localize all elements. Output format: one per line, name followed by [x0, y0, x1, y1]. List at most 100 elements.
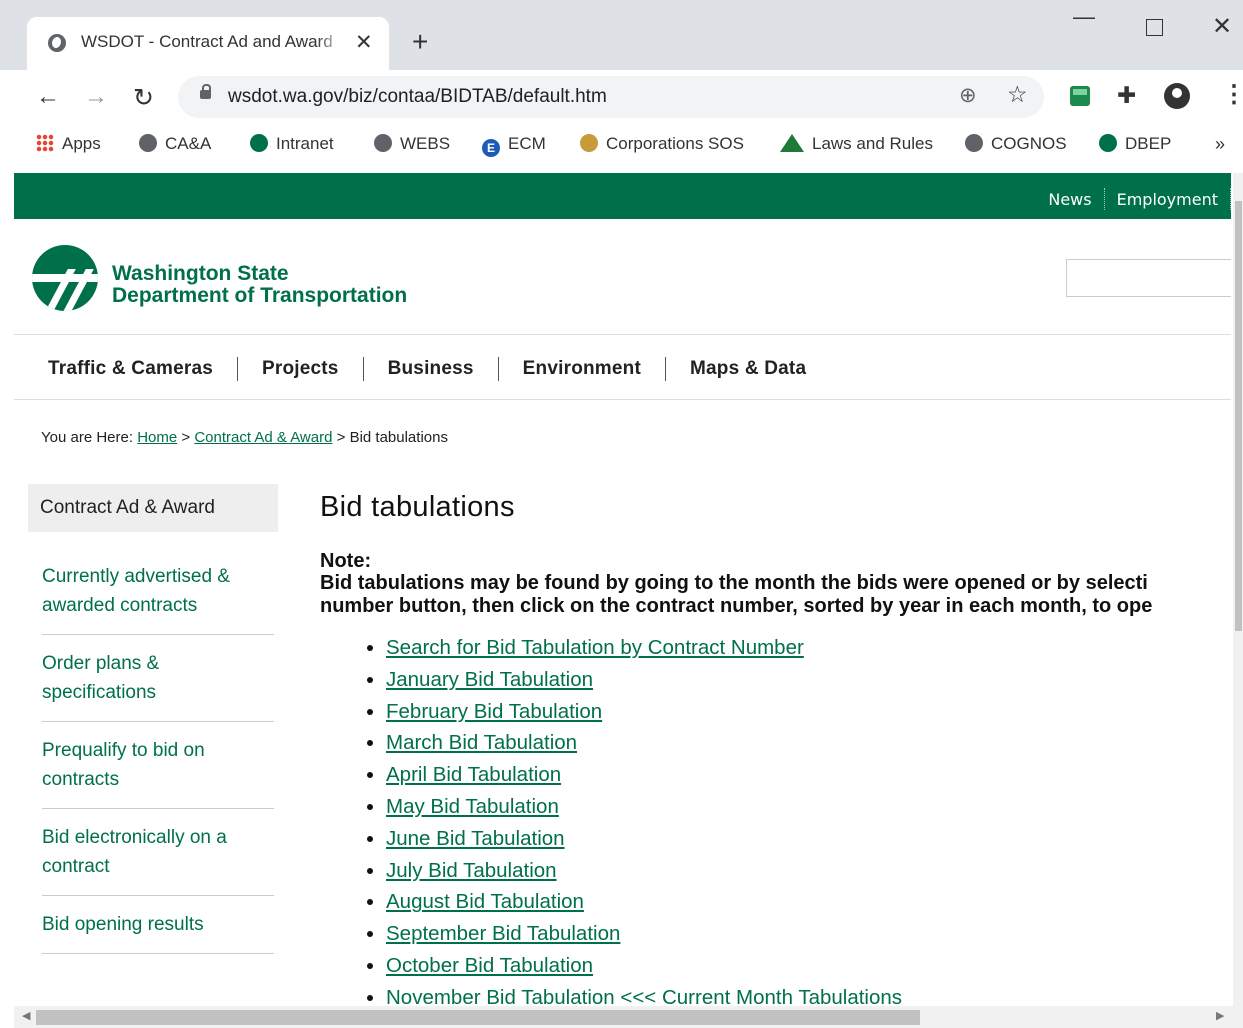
globe-icon [139, 134, 157, 152]
list-item: October Bid Tabulation [386, 950, 1231, 982]
window-close-button[interactable]: ✕ [1212, 12, 1232, 41]
search-input[interactable] [1066, 259, 1231, 297]
link-february[interactable]: February Bid Tabulation [386, 700, 602, 723]
tab-close-icon[interactable]: ✕ [355, 30, 373, 55]
scroll-left-arrow-icon[interactable]: ◀ [22, 1009, 30, 1022]
zoom-icon[interactable]: ⊕ [959, 83, 977, 108]
utility-bar: News Employment [14, 173, 1231, 219]
news-link[interactable]: News [1036, 190, 1103, 209]
link-july[interactable]: July Bid Tabulation [386, 859, 557, 882]
bookmark-laws-and-rules[interactable]: Laws and Rules [780, 134, 933, 154]
note-text-line: number button, then click on the contrac… [320, 595, 1153, 617]
bookmarks-bar: Apps CA&A Intranet WEBS E ECM Corporation… [0, 124, 1243, 168]
bookmark-ecm[interactable]: E ECM [482, 134, 546, 157]
reload-button[interactable]: ↻ [133, 83, 154, 113]
sidebar-item-currently-advertised[interactable]: Currently advertised & awarded contracts [42, 532, 274, 635]
extensions-puzzle-icon[interactable]: ✚ [1117, 82, 1136, 109]
breadcrumb-home-link[interactable]: Home [137, 429, 177, 446]
logo-line2: Department of Transportation [112, 284, 408, 307]
bookmark-corporations-sos[interactable]: Corporations SOS [580, 134, 744, 154]
sidebar-item-order-plans[interactable]: Order plans & specifications [42, 635, 274, 722]
employment-link[interactable]: Employment [1105, 190, 1230, 209]
logo-line1: Washington State [112, 262, 289, 285]
nav-business[interactable]: Business [376, 357, 499, 381]
sidebar-heading[interactable]: Contract Ad & Award [28, 484, 278, 532]
nav-maps-data[interactable]: Maps & Data [678, 357, 830, 381]
link-search-by-contract[interactable]: Search for Bid Tabulation by Contract Nu… [386, 636, 804, 659]
bookmarks-overflow-icon[interactable]: » [1215, 134, 1225, 155]
horizontal-scrollbar[interactable]: ◀ ▶ [14, 1006, 1243, 1028]
bookmark-apps[interactable]: Apps [36, 134, 101, 154]
bookmark-label: WEBS [400, 134, 451, 153]
list-item: February Bid Tabulation [386, 696, 1231, 728]
browser-tab[interactable]: WSDOT - Contract Ad and Award ✕ [27, 17, 389, 70]
browser-toolbar: ← → ↻ wsdot.wa.gov/biz/contaa/BIDTAB/def… [0, 70, 1243, 124]
utility-links: News Employment [1036, 188, 1231, 210]
url-text[interactable]: wsdot.wa.gov/biz/contaa/BIDTAB/default.h… [228, 86, 607, 108]
bookmark-label: CA&A [165, 134, 212, 153]
bookmark-intranet[interactable]: Intranet [250, 134, 334, 154]
bookmark-label: Laws and Rules [812, 134, 933, 153]
forward-button[interactable]: → [84, 83, 108, 111]
breadcrumb: You are Here: Home > Contract Ad & Award… [41, 429, 448, 446]
globe-icon [374, 134, 392, 152]
list-item: July Bid Tabulation [386, 855, 1231, 887]
bookmark-webs[interactable]: WEBS [374, 134, 450, 154]
breadcrumb-current: Bid tabulations [349, 429, 448, 446]
account-icon[interactable] [1164, 83, 1190, 109]
sidebar-item-prequalify[interactable]: Prequalify to bid on contracts [42, 722, 274, 809]
list-item: September Bid Tabulation [386, 918, 1231, 950]
list-item: April Bid Tabulation [386, 759, 1231, 791]
globe-icon [965, 134, 983, 152]
breadcrumb-section-link[interactable]: Contract Ad & Award [194, 429, 332, 446]
bookmark-label: COGNOS [991, 134, 1067, 153]
minimize-button[interactable]: — [1073, 4, 1095, 30]
scroll-right-arrow-icon[interactable]: ▶ [1216, 1009, 1224, 1022]
new-tab-button[interactable]: + [412, 28, 428, 56]
main-content: Bid tabulations Note: Bid tabulations ma… [320, 491, 1231, 1006]
link-january[interactable]: January Bid Tabulation [386, 668, 593, 691]
tab-title: WSDOT - Contract Ad and Award [81, 32, 346, 52]
bid-tab-link-list: Search for Bid Tabulation by Contract Nu… [320, 632, 1231, 1006]
browser-menu-icon[interactable]: ⋮ [1222, 80, 1243, 109]
site-logo-text[interactable]: Washington State Department of Transport… [112, 263, 407, 307]
seal-icon [580, 134, 598, 152]
nav-environment[interactable]: Environment [511, 357, 666, 381]
list-item: May Bid Tabulation [386, 791, 1231, 823]
list-item: Search for Bid Tabulation by Contract Nu… [386, 632, 1231, 664]
link-june[interactable]: June Bid Tabulation [386, 827, 565, 850]
list-item: November Bid Tabulation <<< Current Mont… [386, 982, 1231, 1006]
nav-traffic-cameras[interactable]: Traffic & Cameras [36, 357, 238, 381]
list-item: August Bid Tabulation [386, 886, 1231, 918]
list-item: June Bid Tabulation [386, 823, 1231, 855]
address-bar[interactable]: wsdot.wa.gov/biz/contaa/BIDTAB/default.h… [178, 76, 1044, 118]
bookmark-dbep[interactable]: DBEP [1099, 134, 1171, 154]
sidebar-item-bid-opening-results[interactable]: Bid opening results [42, 896, 274, 954]
extension-icon[interactable] [1070, 86, 1090, 106]
vertical-scrollbar[interactable] [1233, 173, 1243, 1006]
bookmark-label: DBEP [1125, 134, 1172, 153]
sidebar-item-bid-electronically[interactable]: Bid electronically on a contract [42, 809, 274, 896]
bookmark-caa[interactable]: CA&A [139, 134, 211, 154]
sidebar: Contract Ad & Award Currently advertised… [28, 484, 278, 954]
bookmark-label: Apps [62, 134, 101, 153]
link-april[interactable]: April Bid Tabulation [386, 763, 561, 786]
horizontal-scroll-thumb[interactable] [36, 1010, 920, 1025]
bookmark-label: Corporations SOS [606, 134, 744, 153]
bookmark-cognos[interactable]: COGNOS [965, 134, 1067, 154]
wsdot-logo-icon[interactable] [32, 245, 98, 311]
back-button[interactable]: ← [36, 83, 60, 111]
lock-icon[interactable] [200, 84, 211, 99]
link-march[interactable]: March Bid Tabulation [386, 731, 577, 754]
link-october[interactable]: October Bid Tabulation [386, 954, 593, 977]
link-may[interactable]: May Bid Tabulation [386, 795, 559, 818]
globe-icon [48, 34, 66, 52]
link-november[interactable]: November Bid Tabulation <<< Current Mont… [386, 986, 902, 1006]
link-september[interactable]: September Bid Tabulation [386, 922, 620, 945]
link-august[interactable]: August Bid Tabulation [386, 890, 584, 913]
vertical-scroll-thumb[interactable] [1235, 201, 1242, 631]
nav-projects[interactable]: Projects [250, 357, 364, 381]
main-navigation: Traffic & Cameras Projects Business Environ… [14, 335, 1231, 400]
bookmark-star-icon[interactable]: ☆ [1007, 81, 1028, 108]
maximize-button[interactable] [1146, 19, 1163, 36]
